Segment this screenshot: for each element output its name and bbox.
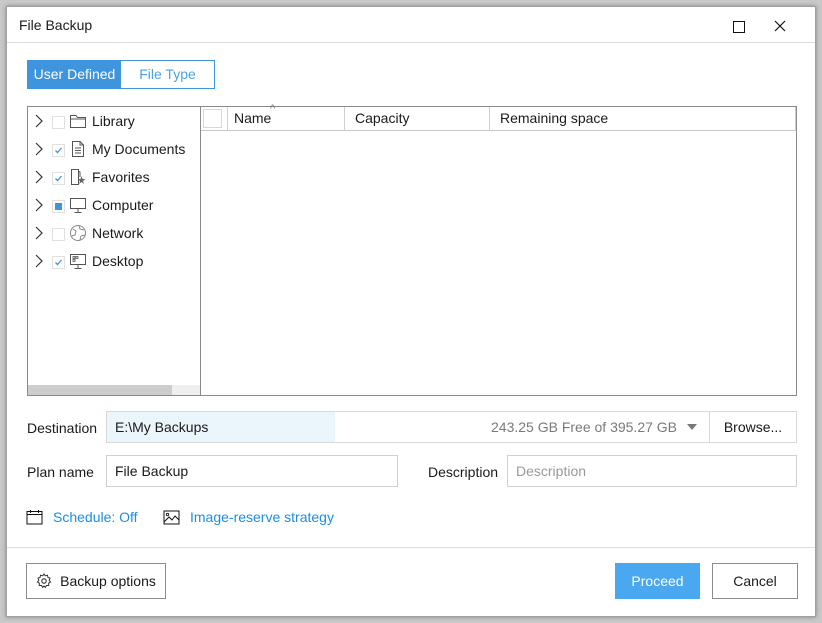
tree-item-label: Favorites	[92, 169, 150, 185]
calendar-icon	[26, 510, 43, 525]
tree-item-desktop[interactable]: Desktop	[28, 250, 200, 274]
column-header-name[interactable]: Name ^	[228, 103, 345, 130]
checkbox[interactable]	[52, 256, 65, 269]
schedule-link-label: Schedule: Off	[53, 509, 138, 525]
plan-name-input[interactable]: File Backup	[106, 455, 398, 487]
window-title: File Backup	[19, 17, 93, 33]
checkbox[interactable]	[52, 172, 65, 185]
destination-label: Destination	[27, 420, 98, 436]
sort-ascending-icon: ^	[270, 103, 276, 115]
select-all-header	[201, 107, 228, 130]
chevron-right-icon[interactable]	[32, 170, 46, 184]
chevron-right-icon[interactable]	[32, 254, 46, 268]
network-icon	[70, 225, 86, 241]
favorites-icon	[71, 169, 86, 185]
tree-item-network[interactable]: Network	[28, 222, 200, 246]
select-all-checkbox[interactable]	[203, 109, 222, 128]
destination-free-space: 243.25 GB Free of 395.27 GB	[491, 419, 678, 435]
maximize-icon[interactable]	[727, 15, 749, 37]
checkbox[interactable]	[52, 144, 65, 157]
tree-item-label: Desktop	[92, 253, 144, 269]
chevron-right-icon[interactable]	[32, 142, 46, 156]
chevron-right-icon[interactable]	[32, 226, 46, 240]
dropdown-arrow-icon[interactable]	[687, 424, 697, 430]
proceed-button[interactable]: Proceed	[615, 563, 700, 599]
footer-divider	[7, 547, 815, 548]
browse-button[interactable]: Browse...	[709, 411, 797, 443]
column-header-remaining-space[interactable]: Remaining space	[490, 107, 796, 130]
tree-item-my-documents[interactable]: My Documents	[28, 138, 200, 162]
description-label: Description	[428, 464, 499, 480]
backup-options-button[interactable]: Backup options	[26, 563, 166, 599]
file-backup-dialog: File Backup User Defined File Type Libra…	[6, 6, 816, 617]
computer-icon	[70, 198, 86, 213]
column-header-capacity[interactable]: Capacity	[345, 107, 490, 130]
checkbox[interactable]	[52, 228, 65, 241]
image-reserve-link-label: Image-reserve strategy	[190, 509, 334, 525]
tree-item-label: Library	[92, 113, 135, 129]
chevron-right-icon[interactable]	[32, 198, 46, 212]
checkbox[interactable]	[52, 200, 65, 213]
tree-item-computer[interactable]: Computer	[28, 194, 200, 218]
backup-options-label: Backup options	[60, 573, 156, 589]
plan-name-label: Plan name	[27, 464, 94, 480]
description-input[interactable]: Description	[507, 455, 797, 487]
tab-file-type[interactable]: File Type	[121, 61, 214, 88]
scrollbar-thumb[interactable]	[28, 385, 172, 395]
column-label: Name	[234, 110, 272, 126]
tree-item-library[interactable]: Library	[28, 110, 200, 134]
tree-item-label: My Documents	[92, 141, 186, 157]
file-table: Name ^ Capacity Remaining space	[200, 103, 797, 396]
destination-path[interactable]: E:\My Backups	[107, 412, 335, 442]
destination-field[interactable]: E:\My Backups 243.25 GB Free of 395.27 G…	[106, 411, 710, 443]
schedule-link[interactable]: Schedule: Off	[26, 509, 138, 525]
cancel-button[interactable]: Cancel	[712, 563, 798, 599]
gear-icon	[36, 573, 52, 589]
image-reserve-strategy-link[interactable]: Image-reserve strategy	[163, 509, 334, 525]
title-bar: File Backup	[7, 7, 815, 43]
tree-item-label: Network	[92, 225, 144, 241]
tab-user-defined[interactable]: User Defined	[28, 61, 121, 88]
chevron-right-icon[interactable]	[32, 114, 46, 128]
tree-item-favorites[interactable]: Favorites	[28, 166, 200, 190]
folder-icon	[70, 115, 86, 128]
source-tree: Library My Documents Favorites Computer	[27, 106, 201, 396]
document-icon	[72, 141, 84, 157]
desktop-icon	[70, 254, 86, 269]
checkbox[interactable]	[52, 116, 65, 129]
image-icon	[163, 510, 180, 524]
source-type-tabs: User Defined File Type	[27, 60, 215, 89]
table-header: Name ^ Capacity Remaining space	[201, 103, 796, 131]
close-icon[interactable]	[769, 15, 791, 37]
horizontal-scrollbar[interactable]	[28, 385, 200, 395]
tree-item-label: Computer	[92, 197, 154, 213]
